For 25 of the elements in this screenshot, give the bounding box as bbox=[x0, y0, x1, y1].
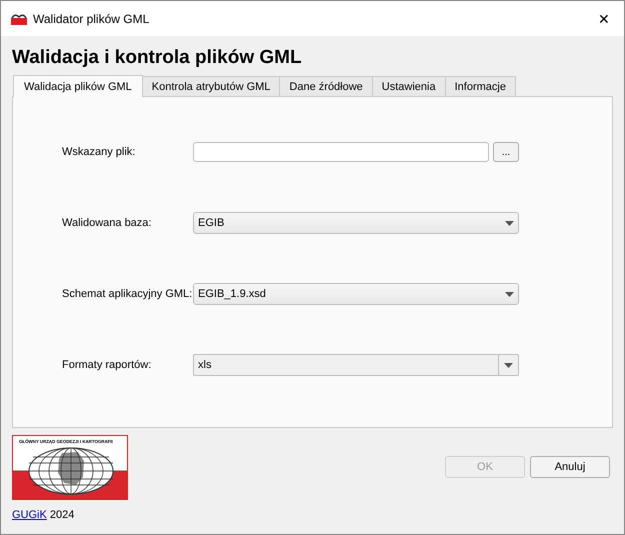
app-icon bbox=[11, 12, 27, 24]
dropdown-button[interactable] bbox=[498, 354, 519, 376]
link[interactable]: GUGiK bbox=[12, 509, 47, 521]
tab[interactable]: Ustawienia bbox=[372, 76, 446, 96]
field-label: Formaty raportów: bbox=[62, 359, 152, 371]
dialog-button[interactable]: Anuluj bbox=[530, 456, 610, 478]
dropdown[interactable]: EGIB_1.9.xsd bbox=[193, 283, 519, 305]
dropdown-arrow-icon bbox=[504, 362, 513, 368]
dropdown-arrow-icon bbox=[505, 292, 514, 296]
tab[interactable]: Dane źródłowe bbox=[279, 76, 373, 96]
file-path-field[interactable] bbox=[193, 142, 489, 162]
dropdown-arrow-icon bbox=[505, 220, 514, 226]
field-label: Schemat aplikacyjny GML: bbox=[62, 288, 193, 300]
browse-button[interactable]: ... bbox=[493, 142, 519, 162]
close-button[interactable]: ✕ bbox=[594, 8, 614, 28]
dropdown[interactable]: EGIB bbox=[193, 212, 519, 234]
year-text: 2024 bbox=[50, 509, 74, 521]
tab[interactable]: Informacje bbox=[444, 76, 516, 96]
combo-box-field[interactable]: xls bbox=[193, 354, 498, 376]
window-title: Walidator plików GML bbox=[33, 12, 150, 26]
tab[interactable]: Kontrola atrybutów GML bbox=[142, 76, 280, 96]
field-label: Walidowana baza: bbox=[62, 217, 152, 229]
tab[interactable]: Walidacja plików GML bbox=[13, 75, 143, 97]
page-heading: Walidacja i kontrola plików GML bbox=[12, 47, 303, 68]
field-label: Wskazany plik: bbox=[62, 146, 136, 158]
